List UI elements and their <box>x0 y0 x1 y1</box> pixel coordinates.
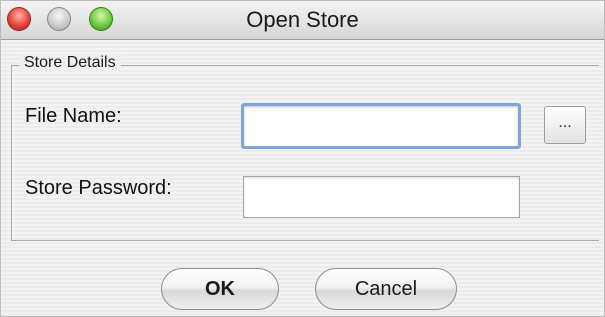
browse-button[interactable]: ... <box>544 106 586 144</box>
file-name-input[interactable] <box>241 103 521 149</box>
title-bar[interactable]: Open Store <box>1 1 604 40</box>
close-icon[interactable] <box>7 7 31 31</box>
store-details-legend: Store Details <box>19 54 121 72</box>
store-password-label: Store Password: <box>25 177 172 199</box>
cancel-button[interactable]: Cancel <box>315 268 457 310</box>
store-password-input[interactable] <box>243 176 520 218</box>
minimize-icon[interactable] <box>47 7 71 31</box>
open-store-dialog: Open Store Store Details File Name: ... … <box>0 0 605 317</box>
zoom-icon[interactable] <box>89 7 113 31</box>
ok-button[interactable]: OK <box>161 268 279 310</box>
file-name-label: File Name: <box>25 105 122 127</box>
